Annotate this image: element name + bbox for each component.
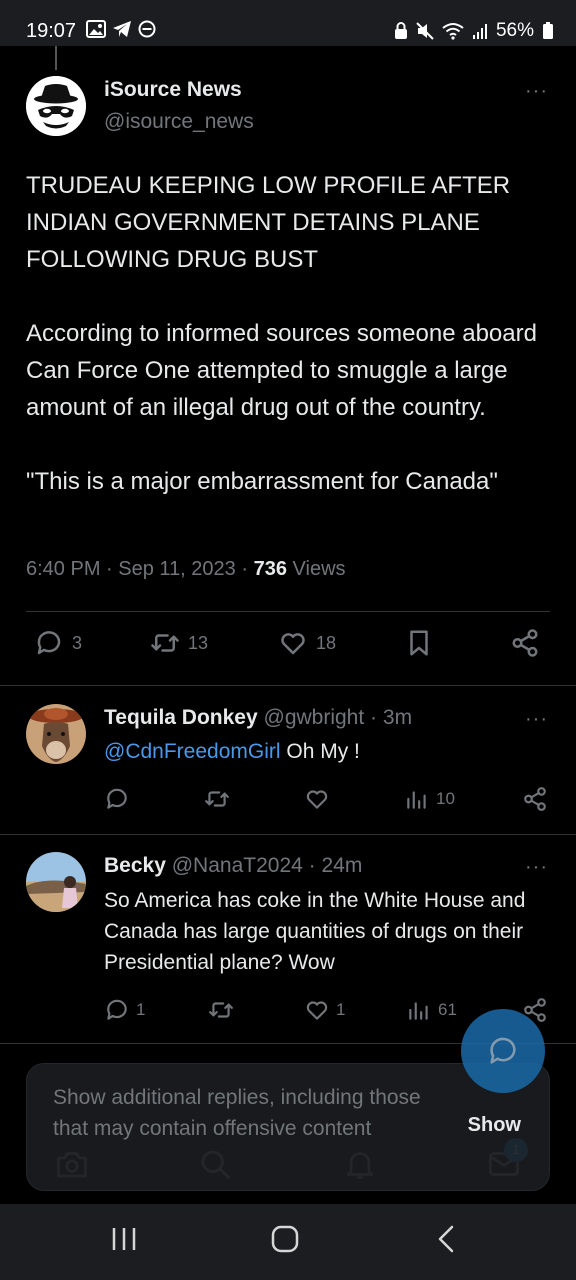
reply-icon xyxy=(107,999,127,1020)
home-icon[interactable] xyxy=(270,1224,300,1254)
views-chart-icon xyxy=(409,1002,428,1020)
thread-connector xyxy=(55,46,57,70)
battery-icon xyxy=(543,22,553,39)
author-handle[interactable]: @isource_news xyxy=(104,110,254,134)
reply-author-name[interactable]: Tequila Donkey xyxy=(104,706,258,729)
wifi-icon xyxy=(442,23,464,40)
like-button[interactable]: 18 xyxy=(278,628,336,658)
share-button[interactable] xyxy=(510,628,540,658)
status-bar: 19:07 56% xyxy=(0,0,576,46)
reply-text: @CdnFreedomGirl Oh My ! xyxy=(104,736,544,767)
share-button[interactable] xyxy=(522,786,548,812)
views-count: 10 xyxy=(436,789,455,808)
reply-age: 24m xyxy=(321,854,363,877)
reply-icon xyxy=(37,631,61,655)
more-options-icon[interactable]: ··· xyxy=(525,708,548,731)
views-label: Views xyxy=(292,558,346,580)
system-nav-bar xyxy=(0,1204,576,1280)
heart-icon xyxy=(281,633,305,655)
signal-icon xyxy=(472,24,487,39)
reply-author-handle[interactable]: @gwbright xyxy=(264,706,365,729)
divider xyxy=(0,685,576,686)
compose-reply-button[interactable] xyxy=(461,1009,545,1093)
more-options-icon[interactable]: ··· xyxy=(525,856,548,879)
heart-icon xyxy=(306,790,328,809)
battery-level: 56% xyxy=(495,20,534,41)
reply-button[interactable]: 1 xyxy=(104,997,145,1023)
reply-icon xyxy=(107,788,127,809)
author-name[interactable]: iSource News xyxy=(104,78,242,102)
show-more-replies-banner[interactable]: Show additional replies, including those… xyxy=(26,1063,550,1191)
reply-author-name[interactable]: Becky xyxy=(104,854,166,877)
retweet-icon xyxy=(205,791,229,807)
incognito-logo-icon xyxy=(26,76,86,136)
reply-avatar[interactable] xyxy=(26,704,86,764)
views-count: 736 xyxy=(253,558,287,580)
tweet-meta: 6:40 PM · Sep 11, 2023 · 736 Views xyxy=(26,558,346,580)
reply-count: 3 xyxy=(72,632,83,653)
photo-avatar-icon xyxy=(26,852,86,912)
gallery-icon xyxy=(86,20,106,38)
bookmark-icon xyxy=(410,630,428,656)
more-options-icon[interactable]: ··· xyxy=(525,80,548,103)
bookmark-button[interactable] xyxy=(404,628,434,658)
tweet-time[interactable]: 6:40 PM xyxy=(26,558,100,580)
like-count: 18 xyxy=(316,632,337,653)
banner-message: Show additional replies, including those… xyxy=(53,1086,421,1140)
retweet-icon xyxy=(209,1002,233,1018)
reply-button[interactable] xyxy=(104,786,130,812)
views-chart-icon xyxy=(407,791,426,809)
divider xyxy=(26,611,550,612)
share-icon xyxy=(524,787,546,811)
reply-body: Oh My ! xyxy=(286,740,360,763)
recent-apps-icon[interactable] xyxy=(110,1224,138,1254)
retweet-button[interactable] xyxy=(204,786,230,812)
reply-avatar[interactable] xyxy=(26,852,86,912)
heart-icon xyxy=(306,1001,328,1020)
lock-icon xyxy=(394,22,407,39)
status-time: 19:07 xyxy=(26,20,77,42)
retweet-count: 13 xyxy=(188,632,209,653)
reply-button[interactable]: 3 xyxy=(34,628,82,658)
retweet-icon xyxy=(151,634,179,652)
donkey-avatar-icon xyxy=(26,704,86,764)
retweet-button[interactable] xyxy=(208,997,234,1023)
tweet-headline: TRUDEAU KEEPING LOW PROFILE AFTER INDIAN… xyxy=(26,172,511,273)
telegram-icon xyxy=(113,21,131,37)
back-icon[interactable] xyxy=(434,1224,458,1254)
like-count: 1 xyxy=(336,1000,346,1019)
show-button[interactable]: Show xyxy=(468,1114,521,1137)
divider xyxy=(0,834,576,835)
like-button[interactable] xyxy=(304,786,330,812)
reply-age: 3m xyxy=(382,706,413,729)
views-count: 61 xyxy=(438,1000,457,1019)
tweet-actions: 3 13 18 xyxy=(0,628,576,672)
views-button[interactable]: 10 xyxy=(404,786,455,812)
tweet-date[interactable]: Sep 11, 2023 xyxy=(118,558,236,580)
tweet-paragraph: According to informed sources someone ab… xyxy=(26,320,537,421)
dnd-icon xyxy=(138,20,156,38)
share-icon xyxy=(512,629,538,657)
tweet-body: TRUDEAU KEEPING LOW PROFILE AFTER INDIAN… xyxy=(26,167,556,500)
reply-body: So America has coke in the White House a… xyxy=(104,889,526,974)
mention-link[interactable]: @CdnFreedomGirl xyxy=(104,740,281,763)
tweet-quote: "This is a major embarrassment for Canad… xyxy=(26,468,498,495)
retweet-button[interactable]: 13 xyxy=(150,628,208,658)
mute-icon xyxy=(416,22,434,40)
reply-count: 1 xyxy=(136,1000,146,1019)
reply-author-handle[interactable]: @NanaT2024 xyxy=(172,854,303,877)
reply-header: Becky @NanaT2024 · 24m xyxy=(104,854,363,877)
reply-icon xyxy=(490,1037,516,1064)
reply-header: Tequila Donkey @gwbright · 3m xyxy=(104,706,413,729)
author-avatar[interactable] xyxy=(26,76,86,136)
like-button[interactable]: 1 xyxy=(304,997,345,1023)
views-button[interactable]: 61 xyxy=(406,997,457,1023)
